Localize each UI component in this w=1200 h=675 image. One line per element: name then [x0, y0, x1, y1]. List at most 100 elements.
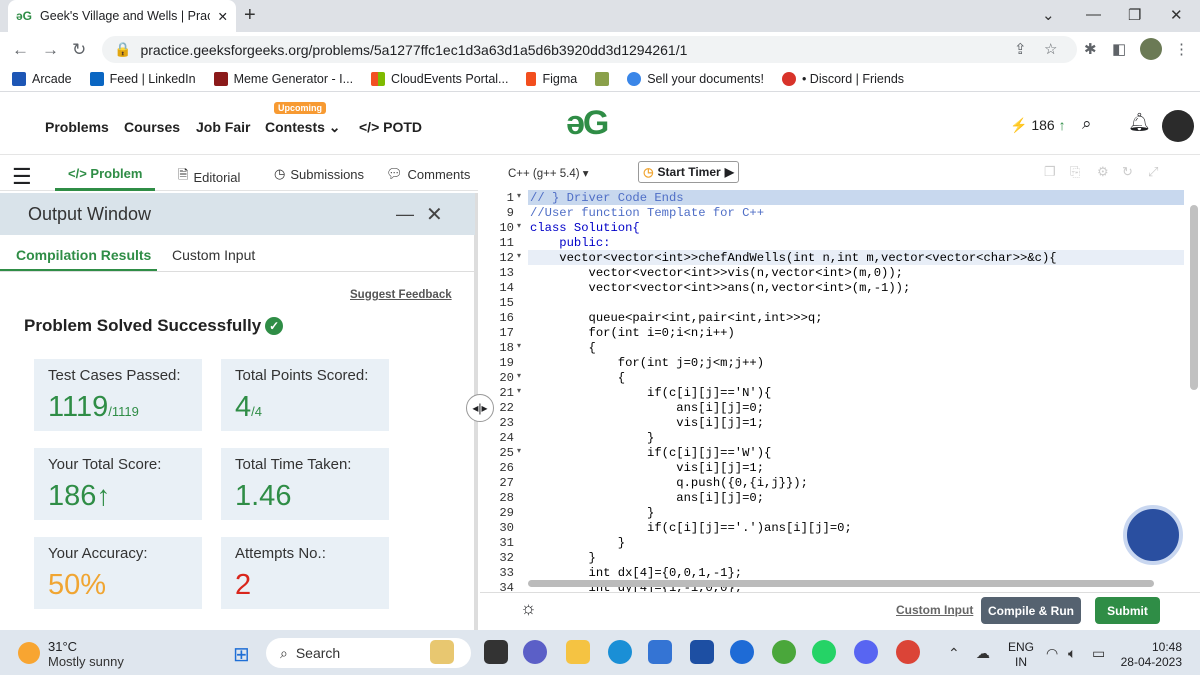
fold-arrow-icon[interactable]: ▾ — [517, 221, 521, 230]
refresh-icon[interactable]: ↻ — [1122, 164, 1133, 180]
tab-custom-input[interactable]: Custom Input — [172, 247, 255, 263]
close-window-icon[interactable]: ✕ — [1170, 6, 1183, 24]
bulb-icon[interactable]: ☼ — [520, 598, 537, 619]
clock[interactable]: 10:48 28-04-2023 — [1118, 640, 1182, 670]
discord-taskbar-icon[interactable] — [854, 640, 878, 664]
fullscreen-icon[interactable]: ⤢ — [1148, 164, 1158, 180]
battery-icon[interactable]: ▭ — [1092, 645, 1105, 662]
start-timer-button[interactable]: ◷ Start Timer ▶ — [638, 161, 739, 183]
edge-icon[interactable] — [608, 640, 632, 664]
code-line: } — [530, 536, 626, 550]
document-icon: 🗎 — [178, 167, 189, 182]
line-number: 32 — [480, 551, 528, 566]
tab-comments[interactable]: 💬︎ Comments — [386, 166, 470, 182]
chevron-up-icon[interactable]: ⌃ — [948, 645, 960, 662]
menu-kebab-icon[interactable]: ⋮ — [1174, 40, 1189, 58]
hamburger-icon[interactable]: ☰ — [12, 164, 32, 190]
settings-icon[interactable]: ⚙ — [1097, 164, 1109, 180]
search-icon[interactable]: ⌕ — [1082, 114, 1092, 134]
tab-editorial[interactable]: 🗎 Editorial — [178, 166, 240, 188]
tab-submissions[interactable]: ◷ Submissions — [274, 166, 364, 182]
bookmark-arcade[interactable]: Arcade — [12, 71, 72, 86]
reset-icon[interactable]: ⎘ — [1070, 164, 1080, 180]
bell-icon[interactable]: 🔔︎ — [1128, 112, 1151, 133]
copy-icon[interactable]: ❐ — [1044, 164, 1056, 180]
code-line: vector<vector<int>>vis(n,vector<int>(m,0… — [530, 266, 904, 280]
extensions-icon[interactable]: ✱ — [1084, 40, 1097, 58]
cloud-icon[interactable]: ☁ — [976, 645, 990, 662]
line-number-text: 16 — [499, 311, 514, 325]
tab-compilation-results[interactable]: Compilation Results — [16, 247, 151, 263]
forward-icon[interactable]: → — [42, 40, 59, 60]
task-view-icon[interactable] — [484, 640, 508, 664]
card-label: Test Cases Passed: — [48, 367, 181, 384]
close-tab-icon[interactable]: ✕ — [218, 9, 228, 24]
new-tab-icon[interactable]: + — [244, 4, 256, 27]
teams-icon[interactable] — [523, 640, 547, 664]
nav-potd[interactable]: </> POTD — [359, 119, 422, 135]
fold-arrow-icon[interactable]: ▾ — [517, 191, 521, 200]
bookmark-cloudevents[interactable]: CloudEvents Portal... — [371, 71, 508, 86]
close-output-icon[interactable]: ✕ — [426, 202, 443, 227]
fold-arrow-icon[interactable]: ▾ — [517, 341, 521, 350]
pane-resize-handle[interactable]: ◂|▸ — [466, 394, 494, 422]
submit-button[interactable]: Submit — [1095, 597, 1160, 624]
gfg-logo[interactable]: əG — [566, 104, 609, 143]
nav-problems[interactable]: Problems — [45, 119, 109, 135]
file-explorer-icon[interactable] — [566, 640, 590, 664]
chrome-icon[interactable] — [896, 640, 920, 664]
bookmark-image[interactable] — [595, 71, 610, 86]
suggest-feedback-link[interactable]: Suggest Feedback — [350, 289, 452, 301]
minimize-output-icon[interactable]: — — [396, 204, 414, 225]
wifi-icon[interactable]: ◠ — [1046, 645, 1058, 662]
myhp-icon[interactable] — [690, 640, 714, 664]
fold-arrow-icon[interactable]: ▾ — [517, 446, 521, 455]
fold-arrow-icon[interactable]: ▾ — [517, 386, 521, 395]
weather-temp[interactable]: 31°C — [48, 639, 77, 654]
weather-condition[interactable]: Mostly sunny — [48, 654, 124, 669]
speaker-icon[interactable]: 🔈︎ — [1068, 645, 1076, 662]
share-icon[interactable]: ⇪ — [1014, 40, 1027, 58]
help-icon[interactable] — [730, 640, 754, 664]
line-number: 20 ▾ — [480, 371, 528, 386]
tab-problem[interactable]: </> Problem — [68, 166, 142, 181]
profile-avatar[interactable] — [1140, 38, 1162, 60]
language-indicator[interactable]: ENG IN — [1008, 640, 1034, 670]
bookmark-meme[interactable]: Meme Generator - I... — [213, 71, 353, 86]
bookmark-discord[interactable]: • Discord | Friends — [781, 71, 904, 86]
nav-contests[interactable]: Contests ⌄ — [265, 119, 341, 136]
editor-vertical-scrollbar[interactable] — [1190, 205, 1198, 390]
back-icon[interactable]: ← — [12, 40, 29, 60]
nav-courses[interactable]: Courses — [124, 119, 180, 135]
fold-arrow-icon[interactable]: ▾ — [517, 251, 521, 260]
gfg-icon: əG — [16, 9, 33, 23]
custom-input-link[interactable]: Custom Input — [896, 603, 973, 617]
windows-start-icon[interactable]: ⊞ — [233, 642, 250, 667]
reload-icon[interactable]: ↻ — [72, 40, 86, 60]
line-number-text: 15 — [499, 296, 514, 310]
bookmark-sell-docs[interactable]: Sell your documents! — [627, 71, 764, 86]
nav-job-fair[interactable]: Job Fair — [196, 119, 250, 135]
bookmark-figma[interactable]: Figma — [526, 71, 577, 86]
compile-run-button[interactable]: Compile & Run — [981, 597, 1081, 624]
editor-horizontal-scrollbar[interactable] — [528, 580, 1154, 587]
browser-tab[interactable]: əG Geek's Village and Wells | Practic ✕ — [8, 0, 236, 32]
briefcase-fab[interactable] — [1123, 505, 1183, 565]
line-number-text: 12 — [499, 251, 514, 265]
fold-arrow-icon[interactable]: ▾ — [517, 371, 521, 380]
bookmark-star-icon[interactable]: ☆ — [1044, 40, 1057, 58]
restore-icon[interactable]: ❐ — [1128, 6, 1141, 24]
user-avatar[interactable] — [1162, 110, 1194, 142]
widgets-icon[interactable] — [430, 640, 454, 664]
sun-icon[interactable] — [18, 642, 40, 664]
bookmark-linkedin[interactable]: Feed | LinkedIn — [89, 71, 196, 86]
utorrent-icon[interactable] — [772, 640, 796, 664]
side-panel-icon[interactable]: ◧ — [1112, 40, 1126, 58]
tab-search-icon[interactable]: ⌄ — [1042, 6, 1055, 24]
language-select[interactable]: C++ (g++ 5.4) ▾ — [508, 166, 589, 180]
whatsapp-icon[interactable] — [812, 640, 836, 664]
line-number-text: 26 — [499, 461, 514, 475]
address-bar[interactable]: 🔒 practice.geeksforgeeks.org/problems/5a… — [102, 36, 1077, 63]
minimize-icon[interactable]: — — [1086, 6, 1101, 23]
store-icon[interactable] — [648, 640, 672, 664]
